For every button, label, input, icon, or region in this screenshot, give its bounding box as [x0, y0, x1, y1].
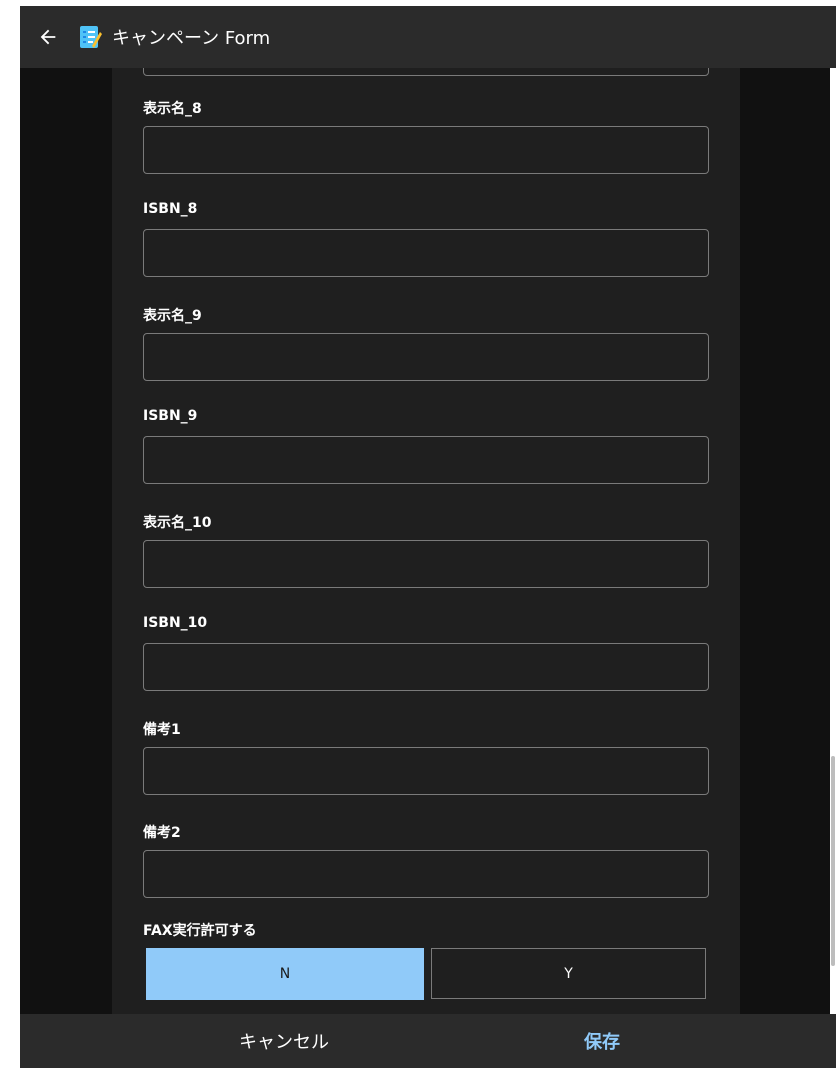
previous-field-input[interactable]	[143, 68, 709, 76]
fax-permission-toggle: N Y	[146, 948, 706, 1000]
cancel-button[interactable]: キャンセル	[204, 1014, 364, 1068]
field-label: 備考2	[143, 825, 181, 841]
remarks-1-input[interactable]	[143, 747, 709, 795]
field-label: 備考1	[143, 722, 181, 738]
page-title: キャンペーン Form	[112, 28, 271, 49]
field-label: 表示名_8	[143, 101, 202, 117]
isbn-10-input[interactable]	[143, 643, 709, 691]
scrollbar-thumb[interactable]	[831, 756, 835, 966]
remarks-2-input[interactable]	[143, 850, 709, 898]
fax-permission-label: FAX実行許可する	[143, 923, 257, 939]
arrow-left-icon	[40, 29, 56, 45]
notepad-icon	[80, 26, 102, 48]
display-name-8-input[interactable]	[143, 126, 709, 174]
back-button[interactable]	[28, 17, 68, 57]
left-margin-panel	[20, 68, 112, 1014]
field-label: 表示名_10	[143, 515, 212, 531]
isbn-9-input[interactable]	[143, 436, 709, 484]
field-label: ISBN_8	[143, 201, 198, 217]
toggle-option-n[interactable]: N	[146, 948, 424, 1000]
toggle-option-y[interactable]: Y	[431, 948, 706, 999]
field-label: ISBN_10	[143, 615, 208, 631]
campaign-form: 表示名_8 ISBN_8 表示名_9 ISBN_9 表示名_10 ISBN_10…	[112, 68, 740, 1014]
isbn-8-input[interactable]	[143, 229, 709, 277]
field-label: 表示名_9	[143, 308, 202, 324]
display-name-10-input[interactable]	[143, 540, 709, 588]
save-button[interactable]: 保存	[542, 1014, 662, 1068]
title-bar: キャンペーン Form	[20, 6, 836, 68]
field-label: ISBN_9	[143, 408, 198, 424]
right-margin-panel	[740, 68, 830, 1014]
display-name-9-input[interactable]	[143, 333, 709, 381]
app-window: キャンペーン Form 表示名_8 ISBN_8 表示名_9 ISBN_9 表示…	[20, 6, 836, 1068]
footer-action-bar: キャンセル 保存	[20, 1014, 836, 1068]
